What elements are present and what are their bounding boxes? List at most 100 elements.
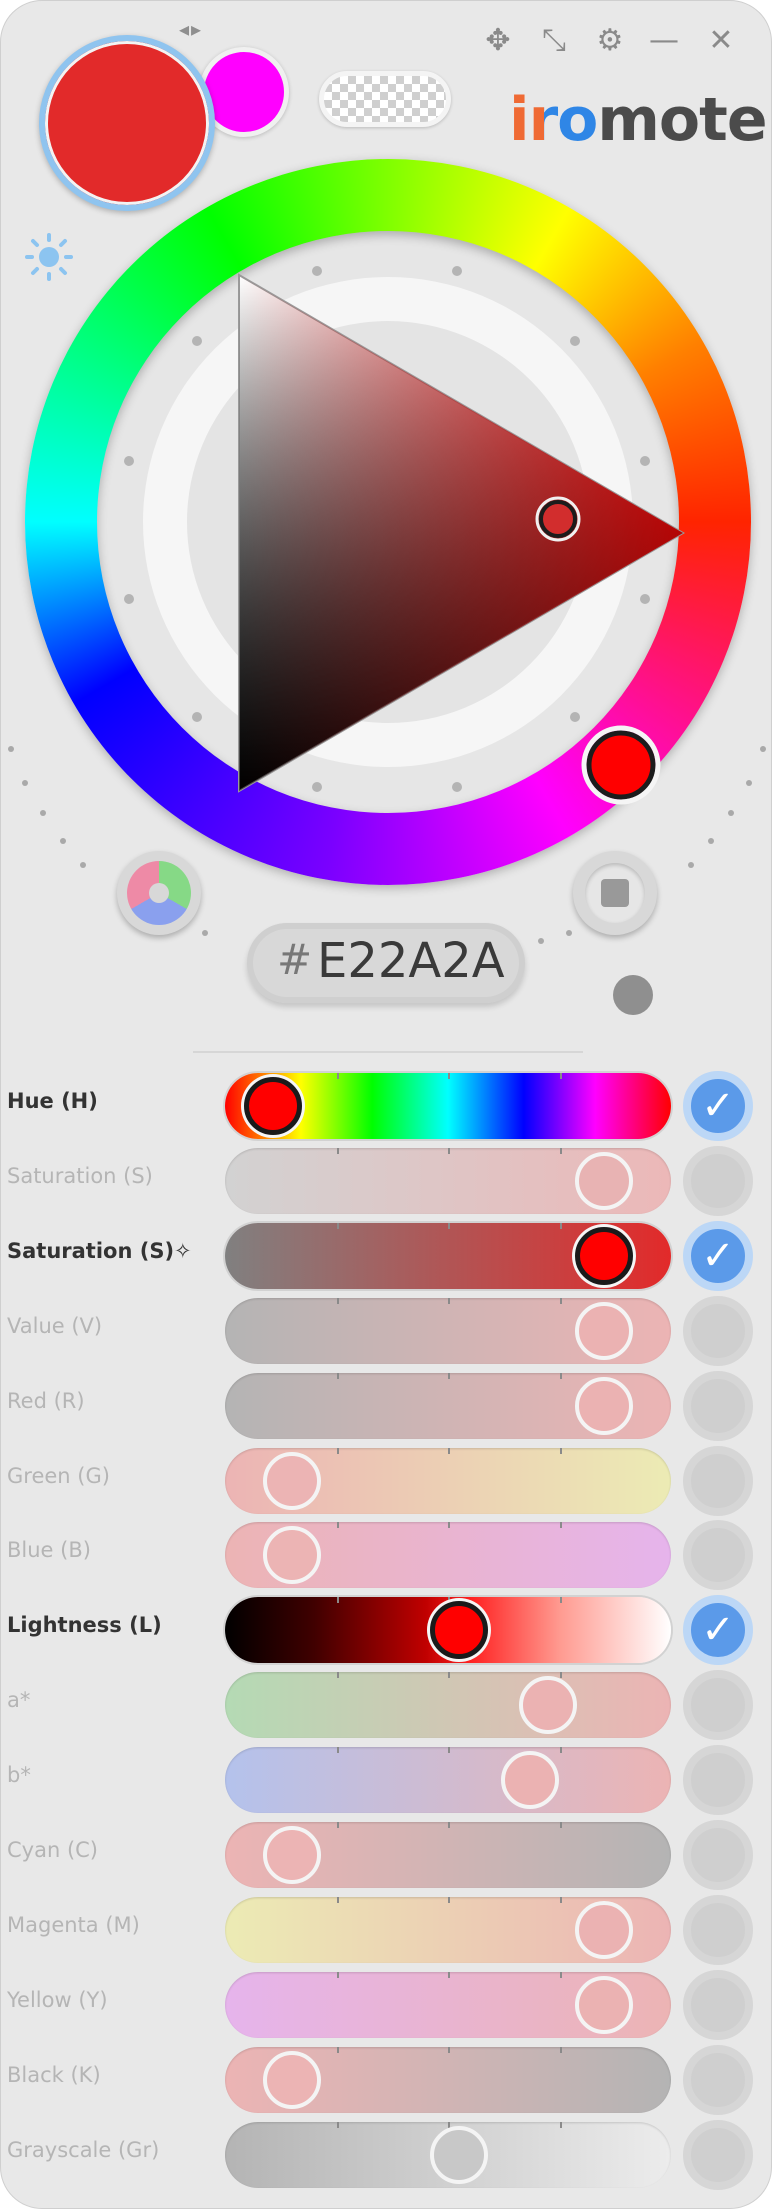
slider-knob-lightness[interactable] (430, 1601, 489, 1659)
slider-toggle-green[interactable] (683, 1446, 753, 1516)
slider-track-hue[interactable] (225, 1073, 671, 1139)
slider-knob-b-star[interactable] (500, 1751, 559, 1809)
slider-track-magenta[interactable] (225, 1897, 671, 1963)
slider-label-b-star: b* (7, 1763, 31, 1787)
slider-tick (336, 1373, 339, 1379)
check-icon: ✓ (701, 1233, 735, 1279)
slider-toggle-b-star[interactable] (683, 1745, 753, 1815)
slider-tick (336, 1073, 339, 1079)
slider-row-b-star: b* (1, 1743, 771, 1815)
slider-track-a-star[interactable] (225, 1672, 671, 1738)
slider-tick (336, 1223, 339, 1229)
square-icon (601, 879, 629, 907)
app-logo: iromote (509, 85, 768, 155)
slider-toggle-lightness[interactable]: ✓ (683, 1595, 753, 1665)
slider-knob-hue[interactable] (244, 1077, 303, 1135)
slider-track-red[interactable] (225, 1373, 671, 1439)
slider-tick (559, 1373, 562, 1379)
slider-toggle-saturation[interactable] (683, 1146, 753, 1216)
slider-tick (448, 1972, 450, 1978)
swap-colors-icon[interactable]: ◂▸ (179, 17, 219, 41)
slider-toggle-value[interactable] (683, 1296, 753, 1366)
slider-label-black: Black (K) (7, 2063, 101, 2087)
slider-label-value: Value (V) (7, 1314, 103, 1338)
resize-icon[interactable]: ⤡ (532, 19, 576, 63)
slider-track-b-star[interactable] (225, 1747, 671, 1813)
slider-tick (559, 1223, 562, 1229)
slider-label-a-star: a* (7, 1688, 31, 1712)
slider-tick (336, 1148, 339, 1154)
slider-track-green[interactable] (225, 1448, 671, 1514)
slider-toggle-red[interactable] (683, 1371, 753, 1441)
slider-tick (336, 2047, 339, 2053)
slider-knob-yellow[interactable] (575, 1976, 634, 2034)
slider-row-blue: Blue (B) (1, 1518, 771, 1590)
slider-toggle-a-star[interactable] (683, 1670, 753, 1740)
slider-tick (336, 1672, 339, 1678)
slider-tick (559, 1522, 562, 1528)
slider-tick (336, 1448, 339, 1454)
slider-toggle-saturation-star[interactable]: ✓ (683, 1221, 753, 1291)
slider-tick (336, 1747, 339, 1753)
slider-tick (448, 1448, 450, 1454)
gear-icon[interactable]: ⚙ (588, 19, 632, 63)
slider-knob-magenta[interactable] (575, 1901, 634, 1959)
slider-label-hue: Hue (H) (7, 1089, 98, 1113)
slider-tick (448, 1822, 450, 1828)
slider-tick (448, 1672, 450, 1678)
rgb-wheel-hole (149, 883, 169, 903)
slider-toggle-black[interactable] (683, 2045, 753, 2115)
slider-tick (448, 1747, 450, 1753)
slider-row-red: Red (R) (1, 1369, 771, 1441)
slider-knob-blue[interactable] (262, 1526, 321, 1584)
slider-knob-a-star[interactable] (519, 1676, 578, 1734)
slider-tick (336, 1522, 339, 1528)
slider-row-saturation: Saturation (S) (1, 1144, 771, 1216)
slider-toggle-cyan[interactable] (683, 1820, 753, 1890)
slider-knob-green[interactable] (262, 1452, 321, 1510)
slider-tick (559, 1073, 562, 1079)
slider-track-grayscale[interactable] (225, 2122, 671, 2188)
slider-knob-cyan[interactable] (262, 1826, 321, 1884)
slider-knob-saturation[interactable] (575, 1152, 634, 1210)
slider-toggle-blue[interactable] (683, 1520, 753, 1590)
slider-tick (336, 1897, 339, 1903)
transparent-swatch[interactable] (319, 71, 451, 127)
slider-label-grayscale: Grayscale (Gr) (7, 2138, 160, 2162)
slider-tick (336, 2122, 339, 2128)
slider-tick (559, 1672, 562, 1678)
rgb-wheel-icon (127, 861, 191, 925)
slider-track-saturation-star[interactable] (225, 1223, 671, 1289)
slider-track-black[interactable] (225, 2047, 671, 2113)
slider-track-yellow[interactable] (225, 1972, 671, 2038)
slider-track-saturation[interactable] (225, 1148, 671, 1214)
slider-toggle-grayscale[interactable] (683, 2120, 753, 2190)
close-icon[interactable]: ✕ (699, 19, 743, 63)
slider-toggle-yellow[interactable] (683, 1970, 753, 2040)
slider-tick (559, 1972, 562, 1978)
slider-track-lightness[interactable] (225, 1597, 671, 1663)
slider-track-value[interactable] (225, 1298, 671, 1364)
slider-toggle-magenta[interactable] (683, 1895, 753, 1965)
slider-track-blue[interactable] (225, 1522, 671, 1588)
slider-knob-value[interactable] (575, 1302, 634, 1360)
slider-row-a-star: a* (1, 1668, 771, 1740)
slider-tick (559, 1298, 562, 1304)
slider-knob-red[interactable] (575, 1377, 634, 1435)
slider-tick (559, 1148, 562, 1154)
hex-input[interactable]: # E22A2A (247, 923, 525, 1003)
slider-knob-grayscale[interactable] (430, 2126, 489, 2184)
eyedropper-dot-button[interactable] (613, 975, 653, 1015)
slider-knob-saturation-star[interactable] (575, 1227, 634, 1285)
check-icon: ✓ (701, 1607, 735, 1653)
slider-tick (448, 1522, 450, 1528)
hex-value: E22A2A (317, 933, 505, 989)
slider-toggle-hue[interactable]: ✓ (683, 1071, 753, 1141)
move-icon[interactable]: ✥ (476, 19, 520, 63)
minimize-icon[interactable]: — (642, 19, 686, 63)
slider-track-cyan[interactable] (225, 1822, 671, 1888)
shape-mode-button[interactable] (573, 851, 657, 935)
color-mode-button[interactable] (117, 851, 201, 935)
slider-knob-black[interactable] (262, 2051, 321, 2109)
sv-triangle-area[interactable] (25, 159, 751, 885)
